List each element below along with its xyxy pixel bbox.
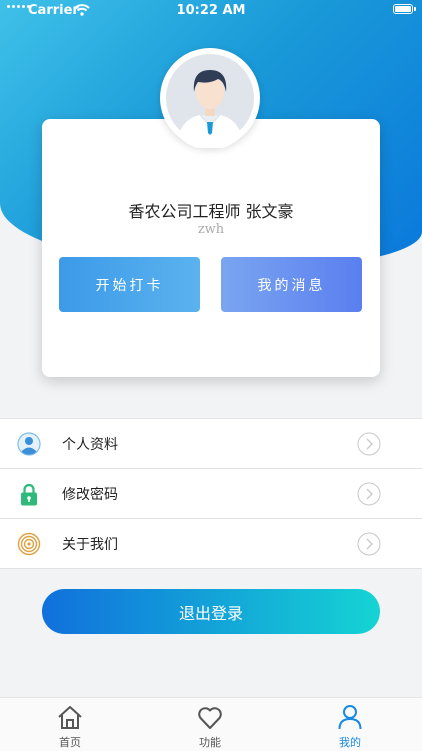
profile-card bbox=[42, 119, 380, 377]
user-avatar-icon bbox=[166, 54, 254, 150]
chevron-right-icon bbox=[357, 482, 381, 506]
person-icon bbox=[338, 705, 362, 730]
tab-home[interactable]: 首页 bbox=[30, 698, 110, 751]
status-bar: Carrier 10:22 AM bbox=[0, 0, 422, 22]
tab-label: 我的 bbox=[339, 736, 361, 749]
lock-icon bbox=[21, 483, 37, 506]
concentric-circles-icon bbox=[17, 532, 41, 556]
menu-item-label: 修改密码 bbox=[62, 487, 118, 503]
status-time: 10:22 AM bbox=[176, 3, 246, 18]
home-icon bbox=[58, 706, 82, 729]
menu-item-label: 个人资料 bbox=[62, 437, 118, 453]
menu-item-label: 关于我们 bbox=[62, 537, 118, 553]
tab-label: 功能 bbox=[199, 736, 221, 749]
profile-name: 香农公司工程师 张文豪 bbox=[128, 202, 294, 221]
user-circle-icon bbox=[17, 432, 41, 456]
profile-username: zwh bbox=[197, 222, 225, 237]
menu-item-about-us[interactable]: 关于我们 bbox=[0, 519, 422, 569]
tab-mine[interactable]: 我的 bbox=[310, 698, 390, 751]
chevron-right-icon bbox=[357, 532, 381, 556]
settings-menu: 个人资料 修改密码 关于我们 bbox=[0, 418, 422, 569]
battery-icon bbox=[393, 4, 416, 14]
tab-bar: 首页 功能 我的 bbox=[0, 697, 422, 751]
my-messages-button[interactable]: 我的消息 bbox=[221, 257, 362, 312]
tab-functions[interactable]: 功能 bbox=[170, 698, 250, 751]
menu-item-change-password[interactable]: 修改密码 bbox=[0, 469, 422, 519]
logout-button[interactable]: 退出登录 bbox=[42, 589, 380, 634]
menu-item-profile[interactable]: 个人资料 bbox=[0, 419, 422, 469]
tab-label: 首页 bbox=[59, 736, 81, 749]
heart-icon bbox=[198, 707, 222, 729]
chevron-right-icon bbox=[357, 432, 381, 456]
avatar[interactable] bbox=[160, 48, 260, 150]
start-checkin-button[interactable]: 开始打卡 bbox=[59, 257, 200, 312]
